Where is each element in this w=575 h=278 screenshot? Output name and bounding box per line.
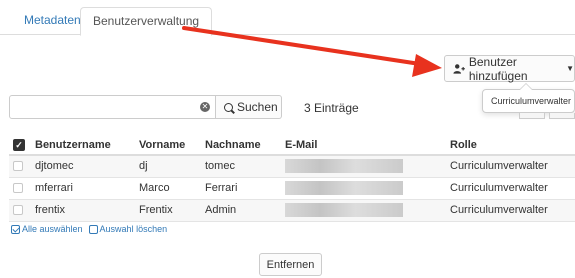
empty-box-icon bbox=[88, 224, 98, 234]
row-checkbox-cell bbox=[9, 155, 31, 178]
table-row: mferrari Marco Ferrari Curriculumverwalt… bbox=[9, 177, 575, 200]
cell-role: Curriculumverwalter bbox=[446, 199, 575, 222]
header-checkbox[interactable]: ✓ bbox=[13, 138, 25, 151]
add-user-label: Benutzer hinzufügen bbox=[468, 54, 528, 83]
cell-firstname: dj bbox=[135, 155, 201, 178]
hidden-toolbar-button[interactable] bbox=[549, 113, 575, 119]
cell-lastname: Ferrari bbox=[201, 177, 281, 200]
email-redacted bbox=[285, 203, 403, 217]
search-button[interactable]: Suchen bbox=[216, 95, 282, 119]
table-header-row: ✓ Benutzername Vorname Nachname E-Mail R… bbox=[9, 135, 575, 156]
clear-selection-link[interactable]: Auswahl löschen bbox=[88, 224, 168, 234]
cell-username: mferrari bbox=[31, 177, 135, 200]
cell-username: frentix bbox=[31, 199, 135, 222]
row-checkbox[interactable] bbox=[13, 183, 23, 194]
clear-search-icon[interactable]: ✕ bbox=[200, 102, 210, 112]
select-all-label: Alle auswählen bbox=[22, 224, 83, 234]
cell-lastname: tomec bbox=[201, 155, 281, 178]
row-checkbox[interactable] bbox=[13, 161, 23, 172]
header-role[interactable]: Rolle bbox=[446, 135, 575, 156]
magnifier-icon bbox=[224, 102, 233, 112]
add-user-button[interactable]: Benutzer hinzufügen ▼ bbox=[444, 54, 575, 83]
table-row: frentix Frentix Admin Curriculumverwalte… bbox=[9, 199, 575, 222]
cell-role: Curriculumverwalter bbox=[446, 177, 575, 200]
cell-firstname: Frentix bbox=[135, 199, 201, 222]
cell-email bbox=[281, 199, 446, 222]
header-checkbox-cell: ✓ bbox=[9, 135, 31, 156]
cell-email bbox=[281, 177, 446, 200]
user-plus-icon bbox=[453, 63, 465, 74]
hidden-toolbar-button[interactable] bbox=[519, 113, 545, 119]
search-button-label: Suchen bbox=[237, 100, 278, 114]
email-redacted bbox=[285, 159, 403, 174]
cell-firstname: Marco bbox=[135, 177, 201, 200]
header-firstname[interactable]: Vorname bbox=[135, 135, 201, 156]
cell-lastname: Admin bbox=[201, 199, 281, 222]
select-all-link[interactable]: Alle auswählen bbox=[11, 224, 83, 234]
remove-button[interactable]: Entfernen bbox=[259, 253, 322, 276]
caret-down-icon: ▼ bbox=[566, 64, 574, 73]
row-checkbox-cell bbox=[9, 199, 31, 222]
table-row: djtomec dj tomec Curriculumverwalter bbox=[9, 155, 575, 178]
row-checkbox[interactable] bbox=[13, 205, 23, 216]
tab-bar: Metadaten Benutzerverwaltung bbox=[0, 0, 575, 36]
header-email[interactable]: E-Mail bbox=[281, 135, 446, 156]
selection-links: Alle auswählen Auswahl löschen bbox=[11, 224, 173, 234]
cell-role: Curriculumverwalter bbox=[446, 155, 575, 178]
clear-selection-label: Auswahl löschen bbox=[99, 224, 168, 234]
email-redacted bbox=[285, 181, 403, 195]
cell-username: djtomec bbox=[31, 155, 135, 178]
popover-item-curriculumverwalter[interactable]: Curriculumverwalter bbox=[491, 96, 571, 106]
header-username[interactable]: Benutzername bbox=[31, 135, 135, 156]
users-table: ✓ Benutzername Vorname Nachname E-Mail R… bbox=[9, 135, 575, 222]
result-count: 3 Einträge bbox=[304, 101, 359, 115]
checked-box-icon bbox=[11, 224, 20, 234]
row-checkbox-cell bbox=[9, 177, 31, 200]
header-lastname[interactable]: Nachname bbox=[201, 135, 281, 156]
search-input[interactable] bbox=[9, 95, 216, 119]
cell-email bbox=[281, 155, 446, 178]
tab-benutzerverwaltung[interactable]: Benutzerverwaltung bbox=[80, 7, 213, 36]
role-dropdown-popover: Curriculumverwalter bbox=[482, 83, 575, 113]
